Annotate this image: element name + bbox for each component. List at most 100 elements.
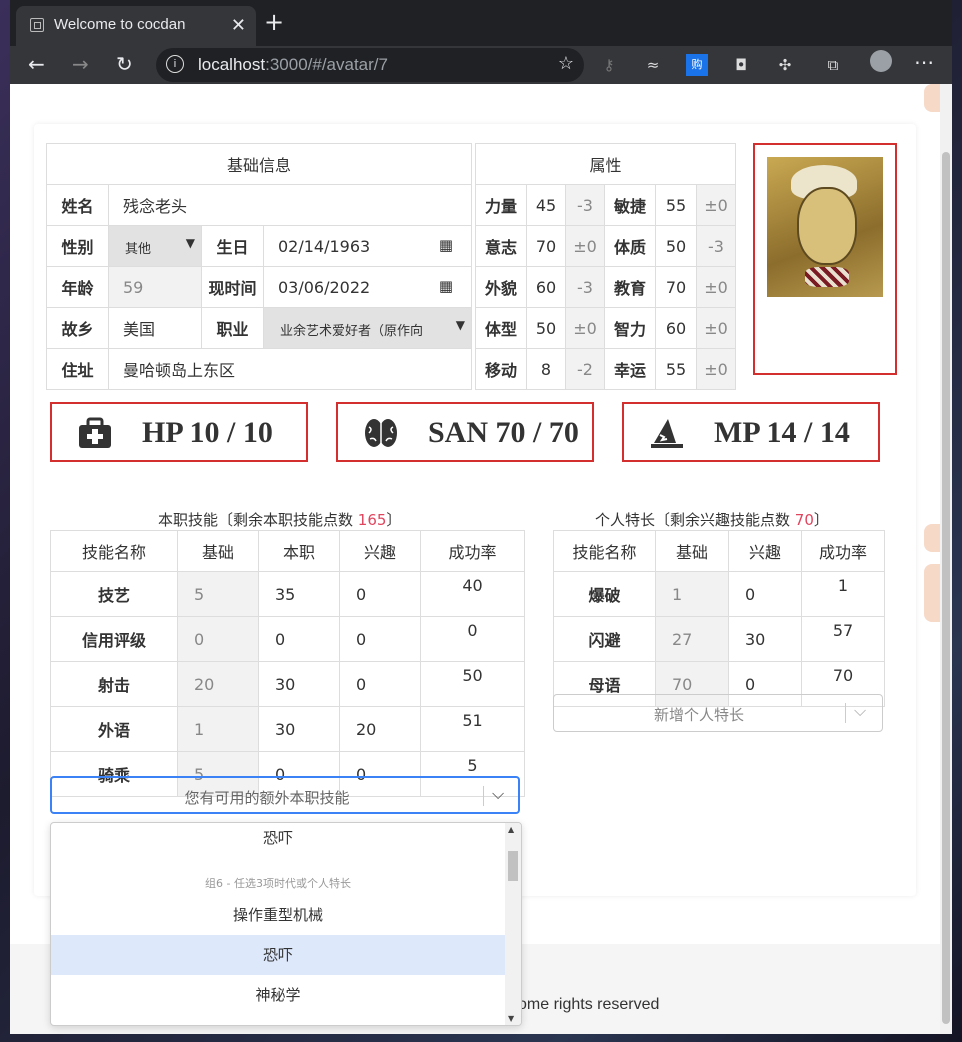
- attr-label: 敏捷: [604, 184, 656, 226]
- collections-icon[interactable]: ⧉: [822, 54, 844, 76]
- hometown-label: 故乡: [46, 307, 109, 349]
- extension-1-icon[interactable]: ≈: [642, 54, 664, 76]
- birthday-field[interactable]: 02/14/1963 ▦: [263, 225, 472, 267]
- column-header: 兴趣: [339, 530, 421, 572]
- extra-occupation-skill-select[interactable]: 您有可用的额外本职技能 ⌵: [50, 776, 520, 814]
- more-menu-icon[interactable]: ⋯: [914, 50, 934, 74]
- personal-skills-caption: 个人特长〔剩余兴趣技能点数 70〕: [595, 509, 829, 530]
- birthday-value: 02/14/1963: [278, 236, 371, 256]
- skill-occupation-points[interactable]: 0: [258, 616, 340, 662]
- gender-select[interactable]: 其他 ▼: [109, 226, 201, 266]
- gender-cell: 其他 ▼: [108, 225, 202, 267]
- skill-occupation-points[interactable]: 35: [258, 571, 340, 617]
- address-field[interactable]: 曼哈顿岛上东区: [108, 348, 472, 390]
- attr-value[interactable]: 60: [655, 307, 697, 349]
- page-scrollbar-thumb[interactable]: [942, 152, 950, 1024]
- attr-label: 外貌: [475, 266, 527, 308]
- attr-modifier: ±0: [696, 307, 736, 349]
- name-field[interactable]: 残念老头: [108, 184, 472, 226]
- attr-value[interactable]: 70: [526, 225, 566, 267]
- attr-modifier: -3: [565, 266, 605, 308]
- skill-occupation-points[interactable]: 30: [258, 706, 340, 752]
- skill-interest-points[interactable]: 0: [339, 571, 421, 617]
- scroll-up-icon[interactable]: ▲: [508, 825, 514, 834]
- extension-3-icon[interactable]: ◘: [730, 54, 752, 76]
- attr-value[interactable]: 55: [655, 184, 697, 226]
- calendar-icon[interactable]: ▦: [439, 277, 453, 295]
- key-icon[interactable]: ⚷: [598, 54, 620, 76]
- skill-interest-points[interactable]: 0: [339, 661, 421, 707]
- attr-value[interactable]: 50: [526, 307, 566, 349]
- side-float-button[interactable]: [924, 84, 940, 112]
- occupation-skills-caption: 本职技能〔剩余本职技能点数 165〕: [158, 509, 401, 530]
- url-host: localhost: [198, 55, 266, 74]
- attr-label: 体型: [475, 307, 527, 349]
- profile-avatar[interactable]: [870, 50, 892, 72]
- dropdown-scrollbar[interactable]: ▲ ▼: [505, 823, 521, 1025]
- attr-label: 力量: [475, 184, 527, 226]
- side-float-button-3[interactable]: [924, 564, 940, 622]
- occupation-caption-end: 〕: [386, 511, 402, 529]
- attributes-header: 属性: [475, 143, 736, 185]
- job-select-value: 业余艺术爱好者（原作向: [280, 324, 424, 339]
- attribute-row: 移动 8 -2 幸运 55 ±0: [475, 348, 736, 390]
- attr-label: 移动: [475, 348, 527, 390]
- page-scrollbar[interactable]: [940, 84, 952, 1034]
- chevron-down-icon[interactable]: ⌵: [492, 784, 504, 804]
- skill-interest-points[interactable]: 20: [339, 706, 421, 752]
- site-info-icon[interactable]: i: [166, 55, 184, 73]
- portrait-frame[interactable]: [753, 143, 897, 375]
- dropdown-option-selected[interactable]: 恐吓: [51, 935, 505, 975]
- calendar-icon[interactable]: ▦: [439, 236, 453, 254]
- hometown-field[interactable]: 美国: [108, 307, 202, 349]
- current-date-field[interactable]: 03/06/2022 ▦: [263, 266, 472, 308]
- new-tab-icon[interactable]: +: [264, 8, 284, 36]
- current-date-value: 03/06/2022: [278, 277, 371, 297]
- dropdown-option[interactable]: 神秘学: [51, 975, 505, 1015]
- extensions-puzzle-icon[interactable]: ✣: [774, 54, 796, 76]
- attr-modifier: ±0: [696, 184, 736, 226]
- attr-value[interactable]: 45: [526, 184, 566, 226]
- skill-name: 技艺: [50, 571, 178, 617]
- mp-box: MP 14 / 14: [622, 402, 880, 462]
- dropdown-option[interactable]: 操作重型机械: [51, 895, 505, 935]
- basic-info-header: 基础信息: [46, 143, 472, 185]
- skill-interest-points[interactable]: 0: [728, 571, 802, 617]
- dropdown-option[interactable]: 恐吓: [51, 823, 505, 858]
- personal-select-placeholder: 新增个人特长: [653, 706, 744, 724]
- skill-name: 信用评级: [50, 616, 178, 662]
- attr-modifier: ±0: [565, 307, 605, 349]
- chevron-down-icon[interactable]: ⌵: [854, 701, 866, 721]
- address-bar[interactable]: i localhost:3000/#/avatar/7 ☆: [156, 48, 584, 82]
- extension-2-icon[interactable]: 购: [686, 54, 708, 76]
- close-tab-icon[interactable]: ✕: [231, 15, 246, 36]
- column-header: 成功率: [420, 530, 525, 572]
- attr-value[interactable]: 50: [655, 225, 697, 267]
- skill-occupation-points[interactable]: 30: [258, 661, 340, 707]
- side-float-button-2[interactable]: [924, 524, 940, 552]
- dropdown-scrollbar-thumb[interactable]: [508, 851, 518, 881]
- skill-interest-points[interactable]: 30: [728, 616, 802, 662]
- skill-success-rate: 50: [420, 661, 525, 707]
- favorite-star-icon[interactable]: ☆: [558, 53, 574, 74]
- attr-value[interactable]: 60: [526, 266, 566, 308]
- forward-icon[interactable]: →: [72, 52, 89, 76]
- attr-value[interactable]: 70: [655, 266, 697, 308]
- dropdown-group-label: 组6 - 任选3项时代或个人特长: [205, 877, 351, 890]
- job-select[interactable]: 业余艺术爱好者（原作向 ▼: [264, 308, 471, 348]
- skill-success-rate: 40: [420, 571, 525, 617]
- age-label: 年龄: [46, 266, 109, 308]
- skill-name: 射击: [50, 661, 178, 707]
- browser-tab[interactable]: Welcome to cocdan ✕: [16, 6, 256, 46]
- table-row: 射击 20 30 0 50: [50, 661, 525, 707]
- scroll-down-icon[interactable]: ▼: [508, 1014, 514, 1023]
- attr-value[interactable]: 8: [526, 348, 566, 390]
- back-icon[interactable]: ←: [28, 52, 45, 76]
- occupation-skills-table: 技能名称 基础 本职 兴趣 成功率 技艺 5 35 0 40 信用评级 0 0 0 0 射击 20 30 0 50 外…: [50, 530, 525, 797]
- attribute-row: 意志 70 ±0 体质 50 -3: [475, 225, 736, 267]
- skill-success-rate: 0: [420, 616, 525, 662]
- attr-value[interactable]: 55: [655, 348, 697, 390]
- reload-icon[interactable]: ↻: [116, 52, 133, 76]
- skill-interest-points[interactable]: 0: [339, 616, 421, 662]
- add-personal-skill-select[interactable]: 新增个人特长 ⌵: [553, 694, 883, 732]
